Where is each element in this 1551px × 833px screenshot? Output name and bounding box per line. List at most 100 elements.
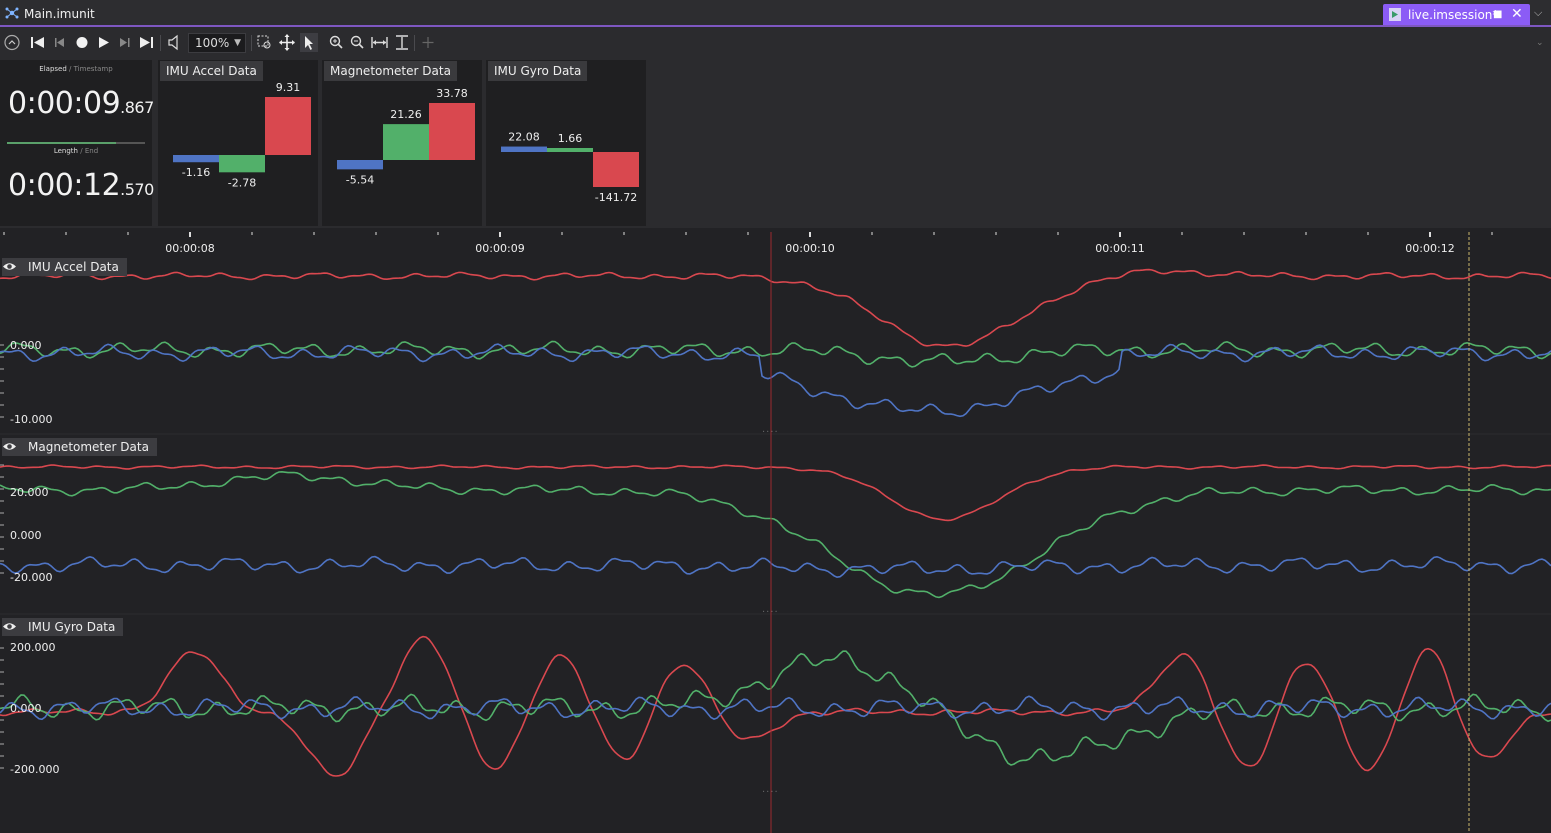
bar-value-label: 33.78 [436,87,468,100]
length-time-main: 0:00:12 [8,168,121,203]
pointer-select-icon[interactable] [300,33,318,52]
timeline-tick-label: 00:00:09 [475,242,524,255]
track-title: Magnetometer Data [28,440,149,454]
step-forward-icon[interactable] [120,38,130,47]
session-file-icon [1389,8,1401,21]
pin-icon[interactable]: ■ [1493,9,1502,20]
bar-value-label: 21.26 [390,108,422,121]
session-tab[interactable]: live.imsession* ■ ✕ [1383,4,1530,25]
accel-bar-panel: IMU Accel Data -1.16 -2.78 9.31 [158,60,318,226]
window-title: Main.imunit [24,7,95,21]
fit-horizontal-icon[interactable] [371,37,388,48]
bar-value-label: 1.66 [558,132,583,145]
time-progress-bar [7,142,145,144]
track-label-accel[interactable]: IMU Accel Data [2,258,127,276]
time-progress-fill [7,142,117,144]
track-label-magnetometer[interactable]: Magnetometer Data [2,438,157,456]
bar-z [429,103,475,160]
timeline-tick-label: 00:00:12 [1405,242,1454,255]
zoom-out-icon[interactable] [350,35,364,49]
bar-chart: -5.54 21.26 33.78 [337,87,475,186]
app-logo-icon [5,7,19,19]
bar-value-label: -5.54 [346,173,374,186]
gyro-y-series [0,650,1551,766]
length-time-ms: .570 [120,180,154,199]
bar-value-label: -141.72 [595,191,637,204]
accel-z-series [0,268,1551,347]
timeline-ruler-svg: 00:00:08 00:00:09 00:00:10 00:00:11 00:00:12 [3,232,1493,258]
elapsed-time: 0:00:09.867 [8,86,154,121]
bar-value-label: -2.78 [228,176,256,189]
skip-to-end-icon[interactable] [140,37,153,48]
timeline-tick-label: 00:00:11 [1095,242,1144,255]
zoom-region-icon[interactable] [257,35,271,49]
track-splitter[interactable]: .... [762,604,779,615]
plot-canvas[interactable] [0,258,1551,833]
chevron-down-icon: ▼ [234,38,241,48]
toolbar-overflow-icon[interactable]: ⌄ [1536,38,1544,48]
elapsed-time-ms: .867 [120,98,154,117]
pan-icon[interactable] [279,34,295,51]
record-icon[interactable] [76,37,88,48]
chevron-down-icon[interactable]: ⌵ [1534,6,1542,20]
length-time: 0:00:12.570 [8,168,154,203]
bar-chart: -1.16 -2.78 9.31 [173,81,311,189]
track-title: IMU Accel Data [28,260,119,274]
eye-icon[interactable] [2,261,17,272]
bar-x [501,146,547,152]
title-bar: Main.imunit live.imsession* ■ ✕ ⌵ [0,0,1551,27]
y-tick-label: 0.000 [10,702,42,715]
session-tab-label: live.imsession* [1408,8,1499,22]
y-tick-label: -10.000 [10,413,53,426]
y-tick-label: 20.000 [10,486,49,499]
bar-x [173,155,219,163]
zoom-level-value: 100% [195,36,230,50]
bar-value-label: -1.16 [182,166,210,179]
add-panel-icon[interactable] [422,37,434,48]
y-tick-label: 200.000 [10,641,56,654]
collapse-icon[interactable] [4,34,20,51]
bar-z [593,152,639,187]
magnetometer-bar-panel: Magnetometer Data -5.54 21.26 33.78 [322,60,482,226]
toolbar-divider [160,35,161,51]
zoom-level-select[interactable]: 100% ▼ [188,33,246,53]
y-tick-label: -200.000 [10,763,60,776]
elapsed-caption: Elapsed / Timestamp [39,65,113,73]
bar-value-label: 22.08 [508,131,540,144]
track-title: IMU Gyro Data [28,620,116,634]
toolbar-divider [414,35,415,51]
elapsed-label: Elapsed [39,65,67,73]
length-label: Length [53,147,78,155]
close-tab-icon[interactable]: ✕ [1511,6,1523,22]
y-tick-label: 0.000 [10,339,42,352]
track-splitter[interactable]: .... [762,424,779,435]
timeline-ruler[interactable]: 00:00:08 00:00:09 00:00:10 00:00:11 00:00:12 [0,228,1551,258]
accel-x-series [0,343,1551,418]
track-splitter[interactable]: .... [762,784,779,795]
track-label-gyro[interactable]: IMU Gyro Data [2,618,124,636]
bar-y [547,148,593,152]
mag-z-series [0,464,1551,522]
speaker-icon[interactable] [168,34,178,51]
timeline-tick-label: 00:00:08 [165,242,214,255]
skip-to-start-icon[interactable] [31,37,44,48]
bar-y [219,155,265,173]
mag-y-series [0,470,1551,599]
y-tick-label: 0.000 [10,529,42,542]
eye-icon[interactable] [2,621,17,632]
zoom-in-icon[interactable] [329,35,343,49]
elapsed-time-main: 0:00:09 [8,86,121,121]
play-icon[interactable] [99,37,109,48]
bar-y [383,124,429,160]
step-back-icon[interactable] [55,38,64,47]
bar-chart: 22.08 1.66 -141.72 [501,131,639,204]
gyro-bar-panel: IMU Gyro Data 22.08 1.66 -141.72 [486,60,646,226]
toolbar-divider [251,35,252,51]
bar-x [337,160,383,170]
bar-z [265,97,311,155]
y-tick-label: -20.000 [10,571,53,584]
end-label: End [84,147,99,155]
fit-vertical-icon[interactable] [396,35,408,50]
gyro-x-series [0,695,1551,721]
eye-icon[interactable] [2,441,17,452]
